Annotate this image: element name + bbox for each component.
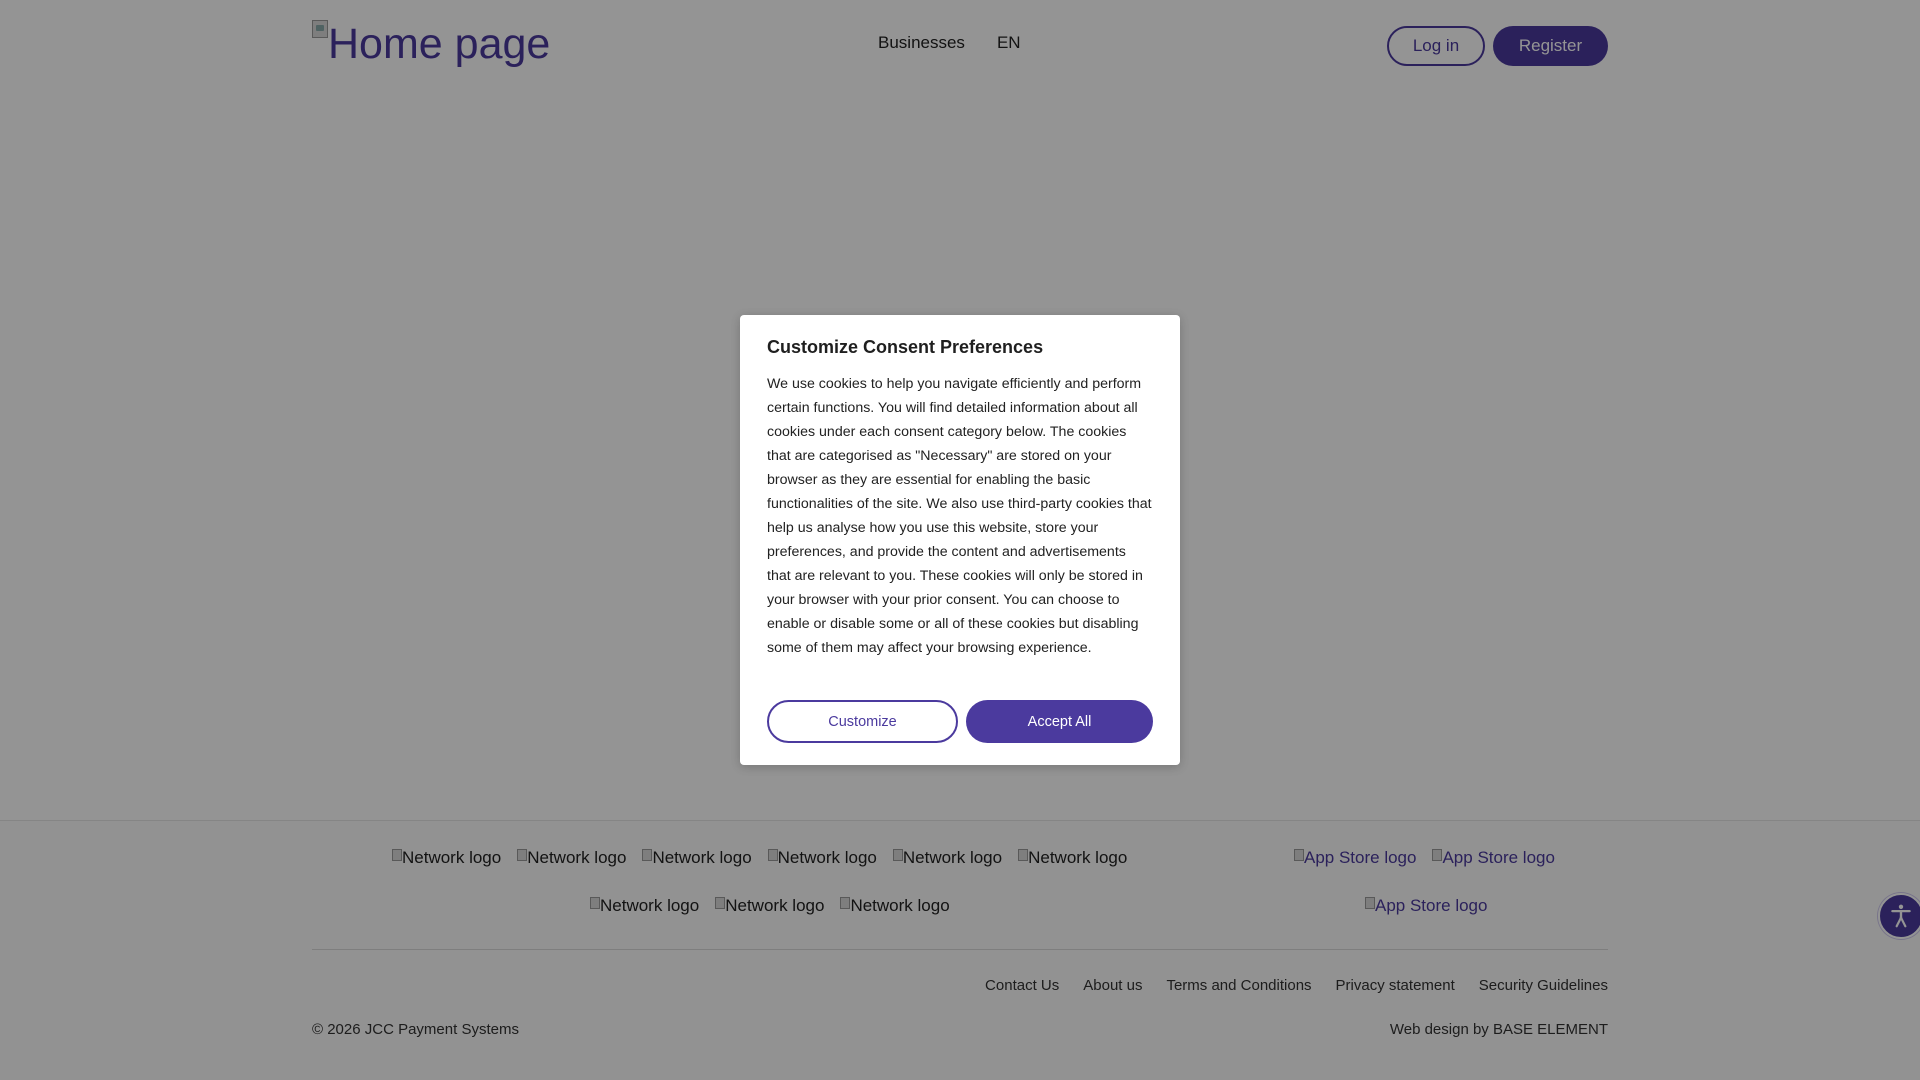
customize-button[interactable]: Customize <box>767 700 958 743</box>
consent-actions: Customize Accept All <box>767 700 1153 743</box>
consent-title: Customize Consent Preferences <box>767 337 1044 357</box>
accept-all-button[interactable]: Accept All <box>966 700 1153 743</box>
consent-modal: Customize Consent Preferences We use coo… <box>740 315 1180 765</box>
consent-description: We use cookies to help you navigate effi… <box>767 376 1152 656</box>
page: Home page Businesses EN Log in Register … <box>0 0 1920 1080</box>
